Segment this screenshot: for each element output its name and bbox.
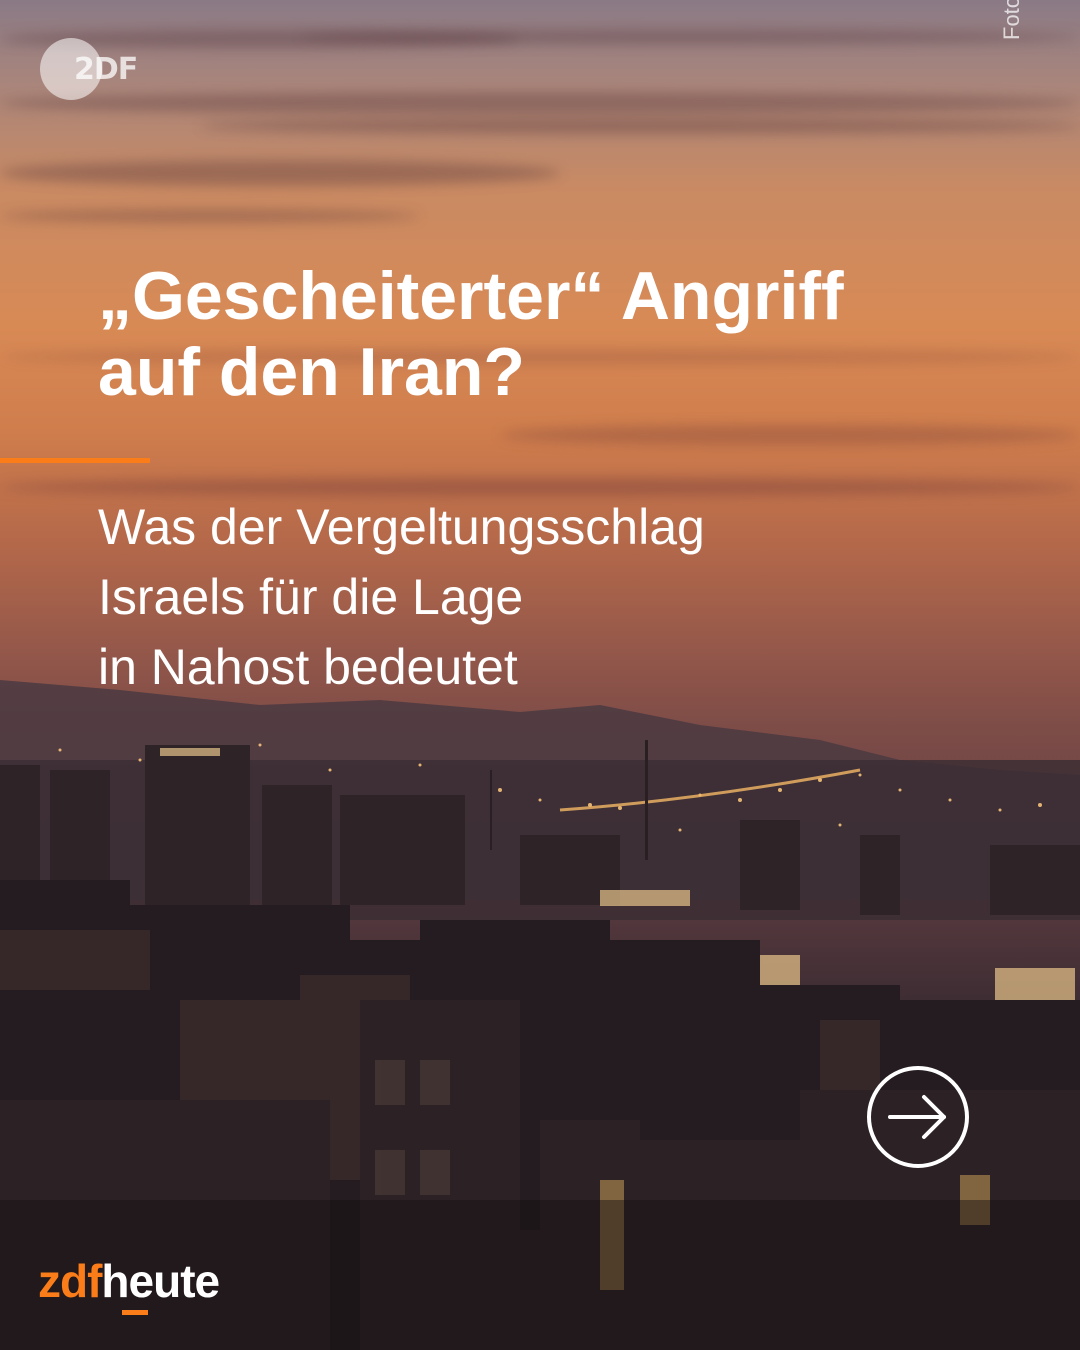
zdfheute-logo: zdfheute (38, 1254, 220, 1315)
brand-heute: heute (101, 1255, 220, 1307)
subline-line: Was der Vergeltungsschlag (98, 499, 705, 555)
subline-line: Israels für die Lage (98, 569, 524, 625)
brand-underline (122, 1310, 148, 1315)
brand-zdf: zdf (38, 1255, 102, 1307)
next-slide-button[interactable] (866, 1065, 970, 1169)
headline: „Gescheiterter“ Angriff auf den Iran? (98, 258, 998, 410)
headline-line: „Gescheiterter“ Angriff (98, 258, 844, 334)
post-card: 2DF Foto: AFP/Atta Kenare „Gescheiterter… (0, 0, 1080, 1350)
accent-divider (0, 458, 150, 463)
photo-credit: Foto: AFP/Atta Kenare (999, 0, 1025, 40)
zdf-watermark-text: 2DF (74, 52, 138, 87)
subline-line: in Nahost bedeutet (98, 639, 518, 695)
headline-line: auf den Iran? (98, 334, 525, 411)
arrow-right-circle-icon (867, 1066, 969, 1168)
subline: Was der Vergeltungsschlag Israels für di… (98, 492, 998, 702)
